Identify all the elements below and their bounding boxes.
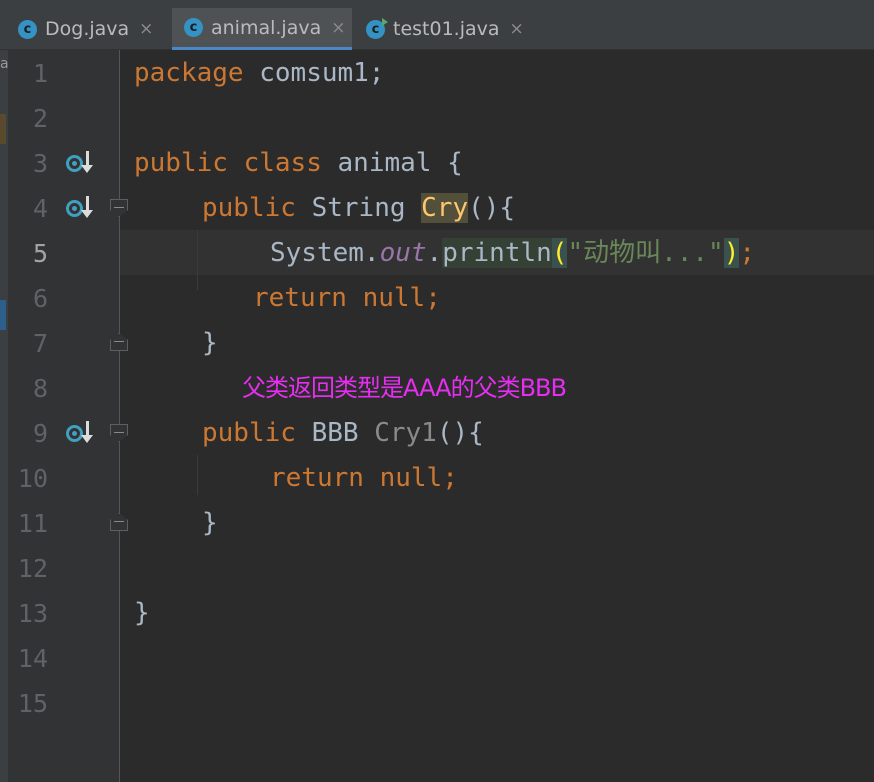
line-number: 2: [32, 104, 48, 133]
line-number: 4: [32, 194, 48, 223]
gutter-border: [119, 50, 120, 782]
indent-guide: [197, 455, 198, 495]
line-number: 12: [17, 554, 48, 583]
code-line-3[interactable]: public class animal {: [134, 141, 463, 186]
matched-paren: ): [723, 238, 740, 268]
code-line-11[interactable]: }: [202, 501, 218, 546]
close-icon[interactable]: ×: [510, 19, 524, 39]
keyword-public: public: [202, 418, 296, 448]
indent-guide: [197, 230, 198, 290]
tab-animal-java[interactable]: c animal.java ×: [172, 8, 352, 50]
overridden-method-icon[interactable]: [66, 151, 98, 177]
keyword-return: return: [253, 283, 347, 313]
system-class: System: [270, 238, 364, 268]
overridden-method-icon[interactable]: [66, 421, 98, 447]
code-line-10[interactable]: return null;: [270, 456, 458, 501]
java-class-icon: c: [184, 18, 203, 37]
keyword-null: null: [362, 283, 426, 313]
semicolon: ;: [425, 283, 441, 313]
line-number: 9: [32, 419, 48, 448]
tab-dog-java[interactable]: c Dog.java ×: [18, 8, 168, 50]
overridden-method-icon[interactable]: [66, 196, 98, 222]
line-number: 3: [32, 149, 48, 178]
dot: .: [363, 238, 380, 268]
keyword-null: null: [379, 463, 443, 493]
package-name: comsum1;: [243, 58, 385, 88]
method-name-highlighted[interactable]: Cry: [421, 193, 469, 223]
tab-label: test01.java: [393, 18, 500, 40]
line-number: 11: [17, 509, 48, 538]
method-signature-tail: (){: [436, 418, 484, 448]
editor-tab-bar: c Dog.java × c animal.java × c test01.ja…: [0, 0, 874, 50]
close-brace: }: [202, 328, 218, 358]
code-line-5[interactable]: System.out.println("动物叫...");: [270, 231, 755, 276]
close-icon[interactable]: ×: [139, 19, 153, 39]
return-type: String: [311, 193, 406, 223]
line-number: 1: [32, 59, 48, 88]
line-number: 13: [17, 599, 48, 628]
strip-marker: [0, 114, 6, 144]
code-line-9[interactable]: public BBB Cry1(){: [202, 411, 484, 456]
line-number: 6: [32, 284, 48, 313]
keyword-class: class: [243, 148, 322, 178]
annotation-text: 父类返回类型是AAA的父类BBB: [242, 374, 567, 402]
open-brace: {: [447, 148, 463, 178]
code-line-4[interactable]: public String Cry(){: [202, 186, 515, 231]
code-line-13[interactable]: }: [134, 591, 150, 636]
method-signature-tail: (){: [468, 193, 516, 223]
line-number: 8: [32, 374, 48, 403]
left-tool-strip: a: [0, 50, 9, 782]
code-line-6[interactable]: return null;: [253, 276, 441, 321]
return-type: BBB: [311, 418, 359, 448]
close-brace: }: [202, 508, 218, 538]
java-class-main-icon: c: [366, 17, 388, 39]
close-icon[interactable]: ×: [331, 18, 345, 38]
semicolon: ;: [739, 238, 756, 268]
line-number: 14: [17, 644, 48, 673]
class-name: animal: [337, 148, 432, 178]
line-number: 10: [17, 464, 48, 493]
string-literal: "动物叫...": [567, 238, 724, 268]
dot: .: [426, 238, 443, 268]
line-number: 15: [17, 689, 48, 718]
line-number: 7: [32, 329, 48, 358]
close-brace: }: [134, 598, 150, 628]
code-line-7[interactable]: }: [202, 321, 218, 366]
println-call: println: [442, 238, 552, 268]
tab-label: Dog.java: [45, 18, 130, 40]
keyword-public: public: [134, 148, 228, 178]
semicolon: ;: [442, 463, 458, 493]
tab-label: animal.java: [211, 16, 322, 39]
keyword-return: return: [270, 463, 364, 493]
static-field-out: out: [379, 238, 427, 268]
tab-test01-java[interactable]: c test01.java ×: [366, 8, 526, 50]
line-number-current: 5: [32, 239, 48, 268]
keyword-public: public: [202, 193, 296, 223]
strip-marker: [0, 300, 6, 330]
matched-paren: (: [551, 238, 568, 268]
keyword-package: package: [134, 58, 244, 88]
java-class-icon: c: [18, 19, 37, 39]
code-line-1[interactable]: package comsum1;: [134, 51, 384, 96]
unused-method-name[interactable]: Cry1: [374, 418, 437, 448]
